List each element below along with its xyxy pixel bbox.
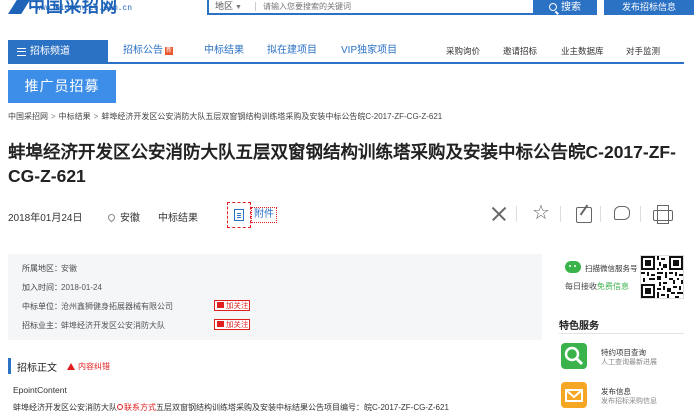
info-row-time: 加入时间：2018-01-24 xyxy=(22,282,102,293)
print-icon[interactable] xyxy=(651,203,673,225)
feature-project-query[interactable]: 特约项目查询 人工查询最新进展 xyxy=(559,343,684,377)
feature-subtitle: 发布招标采购信息 xyxy=(601,398,657,405)
nav-item-tender-notice[interactable]: 招标公告新 xyxy=(123,40,173,62)
hot-badge: 新 xyxy=(165,47,173,55)
search-divider xyxy=(255,2,256,11)
info-value: 2018-01-24 xyxy=(61,283,102,292)
article-type: 中标结果 xyxy=(158,213,198,224)
toolbar-divider xyxy=(600,206,601,222)
contact-link[interactable]: 联系方式 xyxy=(117,403,156,412)
info-label: 招标业主： xyxy=(22,321,62,330)
qr-code-icon xyxy=(641,256,683,298)
body-epoint-text: EpointContent xyxy=(13,385,67,395)
info-row-region: 所属地区：安徽 xyxy=(22,263,77,274)
promoter-recruit-banner[interactable]: 推广员招募 xyxy=(8,70,116,103)
breadcrumb-current: 蚌埠经济开发区公安消防大队五层双窗钢结构训练塔采购及安装中标公告皖C-2017-… xyxy=(101,112,443,121)
follow-label: 加关注 xyxy=(226,320,249,329)
publish-button[interactable]: 发布招标信息 xyxy=(604,0,694,15)
toolbar-divider xyxy=(640,206,641,222)
breadcrumb-separator: > xyxy=(51,112,56,121)
magnifier-icon xyxy=(561,343,587,369)
info-value: 安徽 xyxy=(61,264,77,273)
nav-item-invite-bid[interactable]: 邀请招标 xyxy=(503,40,537,62)
owner-link[interactable]: 蚌埠经济开发区公安消防大队 xyxy=(61,321,165,330)
chevron-down-icon: ▼ xyxy=(235,4,242,11)
edit-icon[interactable] xyxy=(573,203,595,225)
follow-icon xyxy=(217,302,224,308)
search-icon xyxy=(549,3,557,11)
search-button-label: 搜索 xyxy=(561,2,581,13)
nav-home-label: 招标频道 xyxy=(30,46,70,57)
body-text: 蚌埠经济开发区公安消防大队 联系方式五层双窗钢结构训练塔采购及安装中标结果公告项目… xyxy=(13,402,449,413)
report-error-label: 内容纠错 xyxy=(78,362,110,371)
page-title: 蚌埠经济开发区公安消防大队五层双窗钢结构训练塔采购及安装中标公告皖C-2017-… xyxy=(8,142,676,186)
nav-item-planned-projects[interactable]: 拟在建项目 xyxy=(267,40,317,62)
feature-publish-info[interactable]: 发布信息 发布招标采购信息 xyxy=(559,382,684,416)
qr-code-image xyxy=(640,255,684,299)
page: 中国采招网 www.bidcenter.com.cn 地区▼ 搜索 发布招标信息… xyxy=(0,0,700,416)
follow-label: 加关注 xyxy=(226,301,249,310)
wechat-title: 扫描微信服务号 xyxy=(585,264,638,273)
article-location: 安徽 xyxy=(106,209,140,224)
wechat-subtitle: 每日接收免费信息 xyxy=(565,281,629,292)
follow-icon xyxy=(217,321,224,327)
feature-services-heading: 特色服务 xyxy=(559,321,599,332)
contact-label: 联系方式 xyxy=(124,403,156,412)
breadcrumb-category[interactable]: 中标结果 xyxy=(59,112,91,121)
location-pin-icon xyxy=(106,212,117,223)
star-icon[interactable]: ☆ xyxy=(530,203,552,225)
document-icon xyxy=(234,209,244,221)
nav-item-award-result[interactable]: 中标结果 xyxy=(204,40,244,62)
toolbar-divider xyxy=(560,206,561,222)
wechat-sub-highlight: 免费信息 xyxy=(597,282,629,291)
info-label: 所属地区： xyxy=(22,264,62,273)
follow-winner-button[interactable]: 加关注 xyxy=(214,300,250,311)
body-heading: 招标正文 xyxy=(17,363,57,374)
feature-divider xyxy=(559,333,684,334)
location-label: 安徽 xyxy=(120,213,140,224)
region-select[interactable]: 地区 ▼ xyxy=(215,0,242,14)
toolbar-divider xyxy=(516,206,517,222)
phone-icon xyxy=(117,404,123,410)
body-section-header: 招标正文 内容纠错 xyxy=(8,358,542,374)
attachment-icon-box xyxy=(227,202,251,228)
report-error-link[interactable]: 内容纠错 xyxy=(67,361,110,372)
search-button[interactable]: 搜索 xyxy=(533,0,597,15)
menu-icon xyxy=(17,48,26,56)
wechat-sub-prefix: 每日接收 xyxy=(565,282,597,291)
breadcrumb: 中国采招网 > 中标结果 > 蚌埠经济开发区公安消防大队五层双窗钢结构训练塔采购及安装中… xyxy=(8,111,442,122)
logo-url: www.bidcenter.com.cn xyxy=(36,4,133,13)
info-row-winner: 中标单位：沧州鑫狮健身拓展器械有限公司 xyxy=(22,301,173,312)
body-text-prefix: 蚌埠经济开发区公安消防大队 xyxy=(13,403,117,412)
warning-icon xyxy=(67,363,75,370)
nav-item-inquiry[interactable]: 采购询价 xyxy=(446,40,480,62)
winner-link[interactable]: 沧州鑫狮健身拓展器械有限公司 xyxy=(61,302,173,311)
info-label: 加入时间： xyxy=(22,283,62,292)
region-select-label: 地区 xyxy=(215,1,234,11)
attachment-label: 附件 xyxy=(251,207,277,223)
follow-owner-button[interactable]: 加关注 xyxy=(214,319,250,330)
breadcrumb-separator: > xyxy=(93,112,99,121)
nav-item-owner-db[interactable]: 业主数据库 xyxy=(561,40,604,62)
fullscreen-icon[interactable] xyxy=(488,203,510,225)
logo-mark-icon xyxy=(8,0,30,14)
feature-subtitle: 人工查询最新进展 xyxy=(601,359,657,366)
publish-date: 2018年01月24日 xyxy=(8,213,83,224)
body-text-suffix: 五层双窗钢结构训练塔采购及安装中标结果公告项目编号：皖C-2017-ZF-CG-… xyxy=(156,403,449,412)
info-panel: 所属地区：安徽 加入时间：2018-01-24 中标单位：沧州鑫狮健身拓展器械有… xyxy=(8,254,542,340)
search-input[interactable] xyxy=(263,0,531,13)
search-bar: 地区▼ 搜索 xyxy=(207,0,597,15)
wechat-icon xyxy=(565,261,581,273)
nav-item-label: 招标公告 xyxy=(123,45,163,56)
info-row-owner: 招标业主：蚌埠经济开发区公安消防大队 xyxy=(22,320,165,331)
nav-item-vip-projects[interactable]: VIP独家项目 xyxy=(341,40,397,62)
main-nav: 招标频道 招标公告新 中标结果 拟在建项目 VIP独家项目 采购询价 邀请招标 … xyxy=(8,40,684,64)
nav-item-competitor-monitor[interactable]: 对手监测 xyxy=(626,40,660,62)
consult-icon[interactable] xyxy=(611,203,633,225)
info-label: 中标单位： xyxy=(22,302,62,311)
nav-home-tab[interactable]: 招标频道 xyxy=(8,40,108,64)
top-bar: 中国采招网 www.bidcenter.com.cn 地区▼ 搜索 发布招标信息 xyxy=(0,0,700,18)
envelope-icon xyxy=(561,382,587,408)
breadcrumb-home[interactable]: 中国采招网 xyxy=(8,112,48,121)
